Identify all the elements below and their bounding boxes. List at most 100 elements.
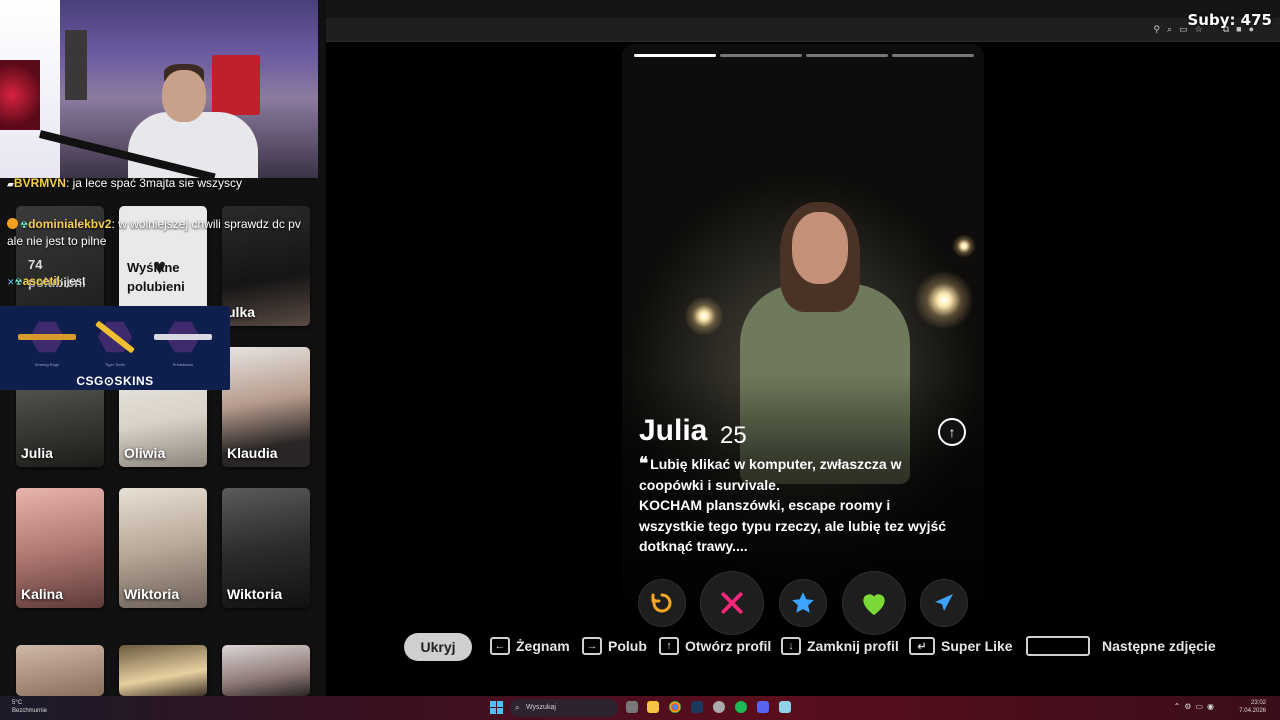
file-explorer-icon[interactable] bbox=[647, 701, 659, 713]
chat-message: ☢dominialekbv2: w wolniejszej chwili spr… bbox=[7, 216, 307, 249]
grid-profile-card[interactable]: Wiktoria bbox=[119, 488, 207, 608]
photo-progress-segment[interactable] bbox=[634, 54, 716, 57]
chat-username: BVRMVN bbox=[13, 176, 66, 190]
chrome-icon[interactable] bbox=[669, 701, 681, 713]
hint-label: Żegnam bbox=[516, 638, 570, 654]
quote-icon: ❝ bbox=[639, 454, 649, 473]
skin-item: Printstream bbox=[152, 314, 214, 368]
hint-super-like: ↵ Super Like bbox=[909, 637, 1013, 655]
task-view-icon[interactable] bbox=[626, 701, 638, 713]
send-icon bbox=[935, 594, 953, 611]
subscriber-counter: Suby: 475 bbox=[1187, 11, 1272, 29]
skin-item-name: Tiger Tooth bbox=[105, 362, 125, 367]
chat-message: ✕☢ascetil: jest bbox=[7, 273, 85, 290]
chat-badge-icon: ☢ bbox=[14, 277, 23, 287]
bio-line-2: KOCHAM planszówki, escape roomy i wszyst… bbox=[639, 497, 947, 554]
grid-profile-card[interactable]: Wiktoria bbox=[222, 488, 310, 608]
sent-likes-label: Wyślane polubieni bbox=[127, 260, 185, 294]
sparkler-light bbox=[684, 296, 724, 336]
bio-line-1: Lubię klikać w komputer, zwłaszcza w coo… bbox=[639, 456, 902, 493]
hint-label: Super Like bbox=[941, 638, 1013, 654]
sparkler-light bbox=[914, 270, 974, 330]
clock-time: 23:02 bbox=[1250, 700, 1266, 706]
profile-bio: ❝ Lubię klikać w komputer, zwłaszcza w co… bbox=[639, 454, 959, 557]
chat-badge-icon: ✕ bbox=[7, 277, 15, 287]
grid-profile-name: Wiktoria bbox=[227, 586, 283, 602]
taskbar-clock[interactable]: 23:02 7.04.2026 bbox=[1239, 699, 1266, 715]
hint-open-profile: ↑ Otwórz profil bbox=[659, 637, 771, 655]
likes-count: 74 bbox=[28, 257, 43, 272]
hint-label: Następne zdjęcie bbox=[1102, 638, 1216, 654]
sparkler-light bbox=[952, 234, 976, 258]
sponsor-logo: CSG⊙SKINS bbox=[76, 374, 154, 388]
spotify-icon[interactable] bbox=[735, 701, 747, 713]
arrow-left-key-icon: ← bbox=[490, 637, 510, 655]
location-icon[interactable]: ⚲ bbox=[1153, 24, 1160, 35]
chat-text: : jest bbox=[59, 274, 86, 288]
chat-username: ascetil bbox=[22, 274, 60, 288]
hint-next-photo: Następne zdjęcie bbox=[1026, 636, 1216, 656]
grid-profile-name: Oliwia bbox=[124, 445, 166, 461]
x-icon bbox=[721, 592, 743, 614]
hide-hints-button[interactable]: Ukryj bbox=[404, 633, 472, 661]
notepad-icon[interactable] bbox=[779, 701, 791, 713]
hint-close-profile: ↓ Zamknij profil bbox=[781, 637, 899, 655]
grid-profile-card[interactable] bbox=[222, 645, 310, 696]
super-like-button[interactable] bbox=[779, 579, 827, 627]
clock-date: 7.04.2026 bbox=[1239, 708, 1266, 714]
open-profile-button[interactable]: ↑ bbox=[938, 418, 966, 446]
search-icon: ⌕ bbox=[515, 703, 520, 712]
weather-desc: Bezchmurnie bbox=[12, 708, 48, 714]
profile-card[interactable]: Julia 25 ↑ ❝ Lubię klikać w komputer, zwł… bbox=[622, 44, 984, 600]
zoom-icon[interactable]: ⌕ bbox=[1167, 24, 1172, 35]
rewind-icon bbox=[651, 593, 672, 613]
obs-icon[interactable] bbox=[713, 701, 725, 713]
taskbar-search[interactable]: ⌕ Wyszukaj bbox=[510, 699, 618, 717]
discord-icon[interactable] bbox=[757, 701, 769, 713]
boost-button[interactable] bbox=[920, 579, 968, 627]
photo-progress-segment[interactable] bbox=[892, 54, 974, 57]
chat-badge-icon: ☢ bbox=[20, 220, 29, 230]
enter-key-icon: ↵ bbox=[909, 637, 935, 655]
skin-item-name: Searing Rage bbox=[34, 362, 60, 367]
hint-label: Polub bbox=[608, 638, 647, 654]
streamer-webcam bbox=[0, 0, 318, 178]
system-tray[interactable]: ⌃⚙▭◉ bbox=[1174, 702, 1218, 711]
photo-progress-segment[interactable] bbox=[720, 54, 802, 57]
chat-username: dominialekbv2 bbox=[28, 217, 112, 231]
grid-profile-name: ulka bbox=[227, 304, 256, 320]
arrow-up-key-icon: ↑ bbox=[659, 637, 679, 655]
grid-profile-card[interactable]: Klaudia bbox=[222, 347, 310, 467]
grid-profile-name: Klaudia bbox=[227, 445, 278, 461]
nope-button[interactable] bbox=[700, 571, 764, 635]
chat-badge-icon: ▰ bbox=[7, 179, 14, 189]
like-button[interactable] bbox=[842, 571, 906, 635]
grid-profile-name: Julia bbox=[21, 445, 53, 461]
heart-icon bbox=[863, 594, 885, 615]
windows-start-icon[interactable] bbox=[490, 701, 503, 714]
windows-taskbar: 5°C Bezchmurnie ⌕ Wyszukaj ⌃⚙▭◉ 23:02 7.… bbox=[0, 696, 1280, 720]
chat-text: : ja lece spać 3majta sie wszyscy bbox=[65, 176, 242, 190]
grid-profile-card[interactable]: Kalina bbox=[16, 488, 104, 608]
hint-label: Zamknij profil bbox=[807, 638, 899, 654]
rewind-button[interactable] bbox=[638, 579, 686, 627]
steam-icon[interactable] bbox=[691, 701, 703, 713]
browser-tab-strip[interactable] bbox=[318, 0, 1280, 18]
arrow-up-icon: ↑ bbox=[948, 424, 956, 440]
photo-progress bbox=[634, 54, 974, 57]
sponsor-banner[interactable]: Searing Rage Tiger Tooth Printstream CSG… bbox=[0, 306, 230, 390]
grid-profile-name: Wiktoria bbox=[124, 586, 180, 602]
skin-item: Searing Rage bbox=[16, 314, 78, 368]
weather-widget[interactable]: 5°C Bezchmurnie bbox=[12, 699, 47, 715]
skin-item: Tiger Tooth bbox=[84, 314, 146, 368]
grid-profile-name: Kalina bbox=[21, 586, 64, 602]
grid-profile-card[interactable] bbox=[119, 645, 207, 696]
skin-item-name: Printstream bbox=[172, 362, 194, 367]
keyboard-hints: Ukryj bbox=[404, 633, 472, 661]
arrow-down-key-icon: ↓ bbox=[781, 637, 801, 655]
photo-progress-segment[interactable] bbox=[806, 54, 888, 57]
search-placeholder: Wyszukaj bbox=[526, 704, 556, 711]
grid-profile-card[interactable] bbox=[16, 645, 104, 696]
star-icon bbox=[792, 592, 814, 613]
profile-name: Julia bbox=[639, 414, 708, 447]
